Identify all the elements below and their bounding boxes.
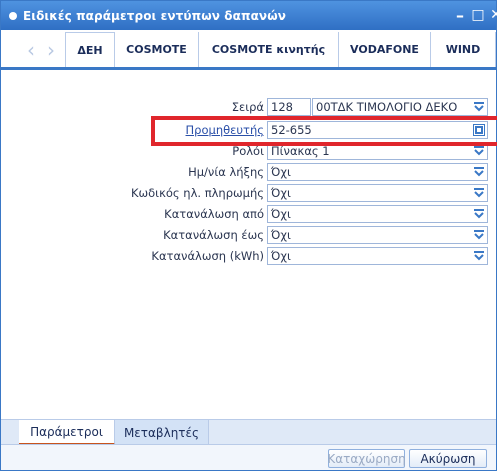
due-date-value: Όχι — [271, 165, 291, 179]
payment-code-value: Όχι — [271, 186, 291, 200]
close-button[interactable]: ✕ — [486, 5, 497, 25]
chevron-down-icon[interactable] — [473, 101, 485, 113]
dialog-footer: Καταχώρηση Ακύρωση — [1, 444, 496, 470]
window-title: Ειδικές παράμετροι εντύπων δαπανών — [23, 8, 287, 23]
consumption-to-select[interactable]: Όχι — [267, 226, 488, 244]
series-code-field[interactable]: 128 — [267, 98, 311, 116]
due-date-label: Ημ/νία λήξης — [188, 165, 264, 179]
maximize-button[interactable]: □ — [468, 5, 488, 25]
consumption-kwh-row: Κατανάλωση (kWh) Όχι — [1, 247, 496, 265]
title-bar[interactable]: Ειδικές παράμετροι εντύπων δαπανών – □ ✕ — [1, 1, 497, 30]
chevron-down-icon[interactable] — [473, 187, 485, 199]
series-description-value: 00ΤΔΚ ΤΙΜΟΛΟΓΙΟ ΔΕΚΟ — [316, 100, 458, 114]
tab-scroll-right-icon[interactable]: › — [41, 38, 61, 62]
consumption-kwh-select[interactable]: Όχι — [267, 247, 488, 265]
minimize-button[interactable]: – — [450, 5, 470, 25]
provider-tab-bar: ‹ › ΔΕΗ COSMOTE COSMOTE κινητής VODAFONE… — [1, 30, 496, 70]
series-code-value: 128 — [271, 100, 293, 114]
consumption-from-select[interactable]: Όχι — [267, 205, 488, 223]
tab-vodafone[interactable]: VODAFONE — [339, 32, 431, 67]
consumption-to-row: Κατανάλωση έως Όχι — [1, 226, 496, 244]
cancel-button[interactable]: Ακύρωση — [409, 449, 487, 468]
consumption-kwh-value: Όχι — [271, 249, 291, 263]
tab-cosmote[interactable]: COSMOTE — [115, 32, 199, 67]
series-row: Σειρά 128 00ΤΔΚ ΤΙΜΟΛΟΓΙΟ ΔΕΚΟ — [1, 98, 496, 116]
role-label: Ρολόι — [232, 144, 264, 158]
payment-code-row: Κωδικός ηλ. πληρωμής Όχι — [1, 184, 496, 202]
payment-code-select[interactable]: Όχι — [267, 184, 488, 202]
tab-wind[interactable]: WIND — [431, 32, 496, 67]
series-description-select[interactable]: 00ΤΔΚ ΤΙΜΟΛΟΓΙΟ ΔΕΚΟ — [312, 98, 488, 116]
save-button[interactable]: Καταχώρηση — [327, 449, 406, 468]
consumption-from-row: Κατανάλωση από Όχι — [1, 205, 496, 223]
role-value: Πίνακας 1 — [271, 144, 330, 158]
series-label: Σειρά — [231, 100, 264, 114]
bottom-tab-bar: Παράμετροι Μεταβλητές — [1, 419, 496, 445]
supplier-highlight-box — [151, 116, 497, 146]
tab-deh[interactable]: ΔΕΗ — [65, 32, 115, 67]
consumption-to-label: Κατανάλωση έως — [163, 228, 264, 242]
chevron-down-icon[interactable] — [473, 229, 485, 241]
consumption-from-label: Κατανάλωση από — [164, 207, 264, 221]
consumption-kwh-label: Κατανάλωση (kWh) — [151, 249, 264, 263]
chevron-down-icon[interactable] — [473, 208, 485, 220]
due-date-select[interactable]: Όχι — [267, 163, 488, 181]
chevron-down-icon[interactable] — [473, 145, 485, 157]
chevron-down-icon[interactable] — [473, 250, 485, 262]
tab-cosmote-mobile[interactable]: COSMOTE κινητής — [199, 32, 339, 67]
consumption-from-value: Όχι — [271, 207, 291, 221]
chevron-down-icon[interactable] — [473, 166, 485, 178]
dialog-window: Ειδικές παράμετροι εντύπων δαπανών – □ ✕… — [0, 0, 497, 471]
window-bullet-icon — [9, 11, 17, 20]
tab-parameters[interactable]: Παράμετροι — [19, 420, 115, 445]
due-date-row: Ημ/νία λήξης Όχι — [1, 163, 496, 181]
tab-scroll-left-icon[interactable]: ‹ — [21, 38, 41, 62]
tab-variables[interactable]: Μεταβλητές — [115, 420, 209, 445]
consumption-to-value: Όχι — [271, 228, 291, 242]
payment-code-label: Κωδικός ηλ. πληρωμής — [130, 186, 264, 200]
